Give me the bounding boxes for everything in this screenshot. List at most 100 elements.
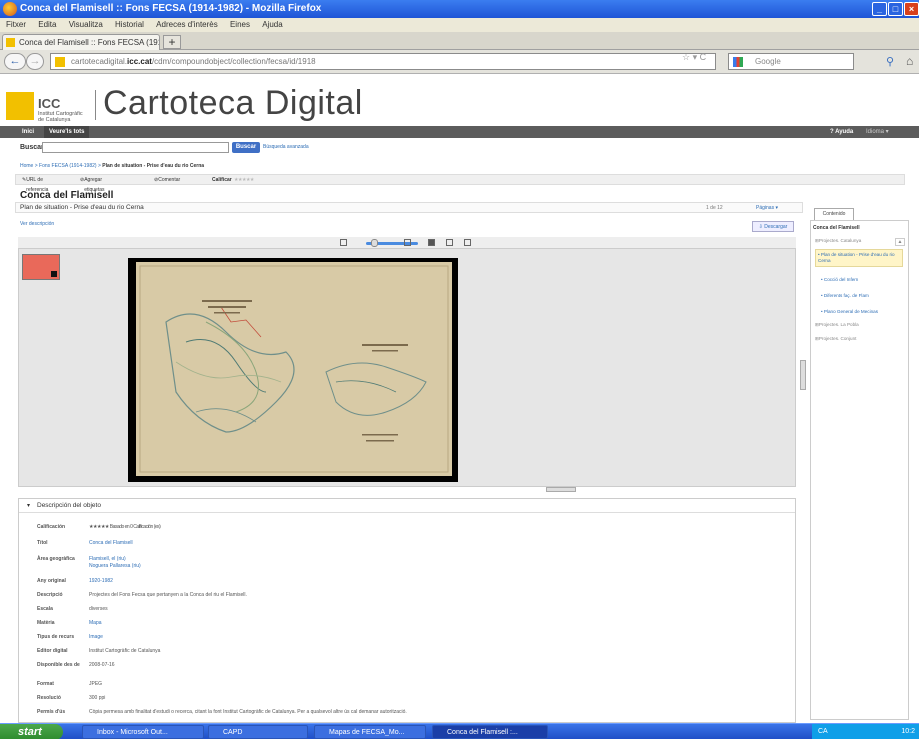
fit-width-icon[interactable] bbox=[446, 239, 453, 246]
navigator-marker bbox=[51, 271, 57, 277]
scroll-up-icon[interactable]: ▲ bbox=[895, 238, 905, 246]
logo-divider bbox=[95, 90, 96, 120]
contents-panel: Conca del Flamisell ⊞Projectes. Cataluny… bbox=[810, 220, 909, 720]
description-row: Escala diverses bbox=[37, 606, 108, 612]
icc-logo-mark[interactable] bbox=[6, 92, 34, 120]
description-row: Tipus de recurs Image bbox=[37, 634, 103, 640]
nav-help[interactable]: ? Ayuda bbox=[830, 126, 853, 138]
language-indicator[interactable]: CA bbox=[818, 728, 828, 735]
tab-bar: Conca del Flamisell :: Fons FECSA (1914-… bbox=[0, 32, 919, 50]
description-heading[interactable]: Descripción del objeto bbox=[19, 499, 795, 513]
zoom-in-icon[interactable] bbox=[404, 239, 411, 246]
minimize-button[interactable]: _ bbox=[872, 2, 887, 16]
contents-item[interactable]: • Plano General de Mecinas bbox=[821, 309, 909, 315]
object-tools: ✎ URL de referencia ⊘ Agregar etiquetas … bbox=[15, 174, 905, 193]
full-size-icon[interactable] bbox=[464, 239, 471, 246]
menu-history[interactable]: Historial bbox=[115, 20, 144, 29]
fit-window-icon[interactable] bbox=[428, 239, 435, 246]
rating-stars[interactable]: ★★★★★ bbox=[234, 175, 254, 185]
contents-folder-conjunt[interactable]: ⊞Projectes. Conjunt bbox=[815, 336, 903, 342]
search-input[interactable] bbox=[42, 142, 229, 153]
sidebar-resize-handle[interactable] bbox=[800, 360, 806, 390]
object-title: Conca del Flamisell bbox=[20, 190, 114, 201]
maximize-button[interactable]: □ bbox=[888, 2, 903, 16]
object-description: Descripción del objeto Calificación★★★★★… bbox=[18, 498, 796, 723]
reference-url-link[interactable]: ✎ URL de referencia bbox=[22, 175, 48, 193]
nav-home[interactable]: Inici bbox=[22, 126, 34, 138]
description-row: Calificación ★★★★★ Basado en 0 Calificaci… bbox=[37, 524, 161, 530]
contents-folder-catalunya[interactable]: ⊞Projectes. Catalunya bbox=[815, 238, 903, 244]
logo-text: ICC bbox=[38, 96, 61, 111]
taskbar-item-mapas[interactable]: Mapas de FECSA_Mo... bbox=[314, 725, 426, 739]
download-button[interactable]: ⇩ Descargar bbox=[752, 221, 794, 232]
site-search: Buscar Buscar Búsqueda avanzada bbox=[0, 140, 919, 156]
home-icon[interactable]: ⌂ bbox=[906, 54, 913, 68]
menu-tools[interactable]: Eines bbox=[230, 20, 250, 29]
new-tab-button[interactable]: + bbox=[163, 35, 181, 49]
url-bar[interactable]: cartotecadigital.icc.cat/cdm/compoundobj… bbox=[50, 53, 716, 70]
contents-sidebar: Contenido Conca del Flamisell ⊞Projectes… bbox=[810, 198, 909, 721]
tab-contents[interactable]: Contenido bbox=[814, 208, 854, 220]
back-button[interactable]: ← bbox=[4, 53, 26, 70]
viewer-toolbar bbox=[18, 237, 796, 249]
reload-icon[interactable]: ☆ ▾ C bbox=[682, 52, 706, 63]
window-title: Conca del Flamisell :: Fons FECSA (1914-… bbox=[20, 3, 322, 14]
add-tags-link[interactable]: ⊘ Agregar etiquetas bbox=[80, 175, 105, 193]
contents-folder-la-pobla[interactable]: ⊞Projectes. La Pobla bbox=[815, 322, 903, 328]
clock: 10:2 bbox=[901, 728, 915, 735]
logo-subtitle: Institut Cartogràfic de Catalunya bbox=[38, 111, 83, 123]
forward-button[interactable]: → bbox=[26, 53, 44, 70]
contents-item[interactable]: • Diferents faç. de Flam bbox=[821, 293, 909, 299]
view-description-link[interactable]: Ver descripción bbox=[20, 221, 54, 227]
menu-file[interactable]: Fitxer bbox=[6, 20, 26, 29]
description-row-cont: Noguera Pallaresa (riu) bbox=[89, 563, 141, 569]
search-label: Buscar bbox=[20, 144, 44, 151]
contents-item[interactable]: • Cocció del Infern bbox=[821, 277, 909, 283]
map-image[interactable] bbox=[136, 262, 452, 476]
viewer-resize-handle[interactable] bbox=[546, 487, 576, 492]
start-button[interactable]: start bbox=[0, 724, 63, 739]
nav-view-all[interactable]: Veure'ls tots bbox=[44, 126, 90, 138]
navigator-thumbnail[interactable] bbox=[22, 254, 60, 280]
page-selector-row: Plan de situation - Prise d'eau du rio C… bbox=[15, 202, 803, 213]
zoom-slider-handle[interactable] bbox=[370, 239, 378, 247]
contents-item-selected[interactable]: • Plan de situation - Prise d'eau du rio… bbox=[815, 249, 903, 267]
rate-label: Calificar bbox=[212, 177, 232, 183]
taskbar-item-outlook[interactable]: Inbox - Microsoft Out... bbox=[82, 725, 204, 739]
menu-help[interactable]: Ajuda bbox=[262, 20, 282, 29]
advanced-search-link[interactable]: Búsqueda avanzada bbox=[263, 144, 309, 150]
nav-language[interactable]: Idioma ▾ bbox=[866, 126, 889, 138]
description-row: Format JPEG bbox=[37, 681, 103, 687]
close-button[interactable]: × bbox=[904, 2, 919, 16]
contents-heading: Conca del Flamisell bbox=[813, 225, 860, 231]
pages-dropdown[interactable]: Páginas ▾ bbox=[756, 203, 778, 213]
site-title: Cartoteca Digital bbox=[103, 84, 363, 122]
menu-bookmarks[interactable]: Adreces d'interès bbox=[156, 20, 218, 29]
description-row: Any original 1920-1982 bbox=[37, 578, 113, 584]
search-icon[interactable]: ⚲ bbox=[886, 55, 894, 68]
taskbar-item-capd[interactable]: CAPD bbox=[208, 725, 308, 739]
search-engine-input[interactable]: Google bbox=[728, 53, 854, 70]
browser-tab[interactable]: Conca del Flamisell :: Fons FECSA (1914-… bbox=[2, 34, 160, 50]
search-button[interactable]: Buscar bbox=[232, 142, 260, 153]
windows-taskbar: start Inbox - Microsoft Out... CAPD Mapa… bbox=[0, 723, 919, 739]
navigation-bar: ← → cartotecadigital.icc.cat/cdm/compoun… bbox=[0, 50, 919, 74]
zoom-out-icon[interactable] bbox=[340, 239, 347, 246]
menu-edit[interactable]: Edita bbox=[38, 20, 56, 29]
menu-view[interactable]: Visualitza bbox=[69, 20, 103, 29]
taskbar-item-firefox[interactable]: Conca del Flamisell :... bbox=[432, 725, 548, 739]
description-row: Descripció Projectes del Fons Fecsa que p… bbox=[37, 592, 247, 598]
window-titlebar: Conca del Flamisell :: Fons FECSA (1914-… bbox=[0, 0, 919, 18]
site-nav: Inici Veure'ls tots ? Ayuda Idioma ▾ bbox=[0, 126, 919, 138]
description-row: Disponible des de 2008-07-16 bbox=[37, 662, 115, 668]
map-drawing bbox=[139, 265, 449, 473]
firefox-icon bbox=[3, 2, 17, 16]
description-row: Editor digital Institut Cartogràfic de Ca… bbox=[37, 648, 161, 654]
description-row: Matèria Mapa bbox=[37, 620, 102, 626]
comment-link[interactable]: ⊘ Comentar bbox=[154, 175, 180, 185]
page-count: 1 de 12 bbox=[706, 205, 723, 211]
description-row: Permís d'ús Còpia permesa amb finalitat d… bbox=[37, 709, 407, 715]
description-row: Resolució 300 ppi bbox=[37, 695, 106, 701]
page-title: Plan de situation - Prise d'eau du rio C… bbox=[20, 204, 144, 211]
breadcrumb[interactable]: Home > Fons FECSA (1914-1982) > Plan de … bbox=[20, 163, 204, 169]
